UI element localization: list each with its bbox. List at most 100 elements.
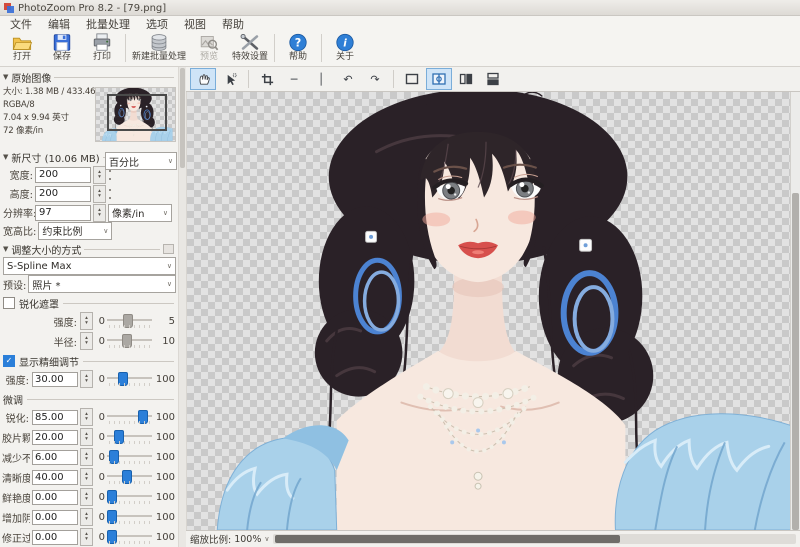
slider-track[interactable] — [107, 313, 152, 329]
fine-tuning-toggle[interactable]: ✓ 显示精细调节 — [0, 351, 178, 369]
spin-down-icon[interactable]: ▾ — [98, 194, 101, 199]
menu-item[interactable]: 批量处理 — [78, 15, 138, 33]
slider-thumb[interactable] — [138, 410, 148, 424]
spin-down-icon[interactable]: ▾ — [85, 417, 88, 422]
pan-tool[interactable] — [190, 68, 216, 90]
crop-tool[interactable] — [254, 68, 280, 90]
unsharp-mask-checkbox[interactable] — [3, 297, 15, 309]
slider-value-input[interactable]: 20.00 — [32, 430, 78, 445]
slider-thumb[interactable] — [123, 314, 133, 328]
spin-down-icon[interactable]: ▾ — [85, 321, 88, 326]
help-button[interactable]: ? 帮助 — [278, 33, 318, 65]
resize-method-dropdown[interactable]: S-Spline Max ∨ — [3, 257, 176, 275]
sidebar-scrollbar-thumb[interactable] — [180, 68, 185, 168]
print-button[interactable]: 打印 — [82, 33, 122, 65]
preset-dropdown[interactable]: 照片 * ∨ — [28, 275, 176, 293]
slider-value-input[interactable]: 6.00 — [32, 450, 78, 465]
resize-method-section-header[interactable]: ▼ 调整大小的方式 — [0, 239, 178, 257]
sidebar-scrollbar[interactable] — [178, 67, 186, 547]
height-input[interactable]: 200 — [35, 186, 91, 202]
zoom-dropdown[interactable]: 100% ∨ — [234, 534, 269, 545]
vertical-scrollbar-thumb[interactable] — [792, 193, 799, 530]
save-button[interactable]: 保存 — [42, 33, 82, 65]
spin-down-icon[interactable]: ▾ — [85, 477, 88, 482]
preview-image[interactable] — [187, 92, 800, 530]
slider-stepper[interactable]: ▴ ▾ — [80, 508, 93, 526]
new-batch-button[interactable]: 新建批量处理 — [129, 33, 189, 65]
slider-stepper[interactable]: ▴ ▾ — [80, 312, 93, 330]
slider-track[interactable] — [107, 409, 152, 425]
menu-item[interactable]: 选项 — [138, 15, 176, 33]
slider-thumb[interactable] — [122, 470, 132, 484]
aspect-dropdown[interactable]: 约束比例 ∨ — [38, 222, 112, 240]
slider-thumb[interactable] — [107, 490, 117, 504]
spin-down-icon[interactable]: ▾ — [98, 213, 101, 218]
slider-track[interactable] — [107, 333, 152, 349]
view-stacked[interactable] — [480, 68, 506, 90]
spin-down-icon[interactable]: ▾ — [98, 175, 101, 180]
slider-track[interactable] — [107, 371, 152, 387]
navigator-view-rect[interactable] — [107, 94, 167, 131]
view-split[interactable] — [426, 68, 452, 90]
vertical-scrollbar[interactable] — [790, 92, 800, 530]
cursor-tool[interactable] — [217, 68, 243, 90]
slider-track[interactable] — [107, 529, 152, 545]
slider-stepper[interactable]: ▴ ▾ — [80, 428, 93, 446]
slider-thumb[interactable] — [114, 430, 124, 444]
slider-value-input[interactable]: 30.00 — [32, 372, 78, 387]
flip-vertical[interactable]: │ — [308, 68, 334, 90]
menu-item[interactable]: 编辑 — [40, 15, 78, 33]
spin-down-icon[interactable]: ▾ — [85, 537, 88, 542]
about-button[interactable]: i 关于 — [325, 33, 365, 65]
slider-stepper[interactable]: ▴ ▾ — [80, 468, 93, 486]
flip-horizontal[interactable]: ─ — [281, 68, 307, 90]
width-input[interactable]: 200 — [35, 167, 91, 183]
slider-stepper[interactable]: ▴ ▾ — [80, 528, 93, 546]
slider-value-input[interactable]: 0.00 — [32, 510, 78, 525]
slider-thumb[interactable] — [118, 372, 128, 386]
view-single[interactable] — [399, 68, 425, 90]
fine-tuning-checkbox[interactable]: ✓ — [3, 355, 15, 367]
slider-thumb[interactable] — [109, 450, 119, 464]
slider-track[interactable] — [107, 509, 152, 525]
slider-track[interactable] — [107, 469, 152, 485]
spin-down-icon[interactable]: ▾ — [85, 457, 88, 462]
spin-down-icon[interactable]: ▾ — [85, 341, 88, 346]
slider-track[interactable] — [107, 429, 152, 445]
spin-down-icon[interactable]: ▾ — [85, 497, 88, 502]
view-side-by-side[interactable] — [453, 68, 479, 90]
section-options-button[interactable] — [163, 244, 174, 254]
menu-item[interactable]: 帮助 — [214, 15, 252, 33]
preview-canvas[interactable] — [186, 92, 800, 530]
resolution-stepper[interactable]: ▴ ▾ — [93, 204, 106, 222]
slider-value-input[interactable]: 40.00 — [32, 470, 78, 485]
spin-down-icon[interactable]: ▾ — [85, 517, 88, 522]
resolution-unit-dropdown[interactable]: 像素/in ∨ — [108, 204, 172, 222]
height-stepper[interactable]: ▴ ▾ — [93, 185, 106, 203]
rotate-ccw[interactable]: ↶ — [335, 68, 361, 90]
slider-stepper[interactable]: ▴ ▾ — [80, 408, 93, 426]
slider-thumb[interactable] — [122, 334, 132, 348]
slider-stepper[interactable]: ▴ ▾ — [80, 488, 93, 506]
original-image-section-header[interactable]: ▼ 原始图像 — [0, 67, 178, 85]
resolution-input[interactable]: 97 — [35, 205, 91, 221]
unsharp-mask-toggle[interactable]: 锐化遮罩 — [0, 293, 178, 311]
slider-thumb[interactable] — [107, 510, 117, 524]
slider-value-input[interactable]: 85.00 — [32, 410, 78, 425]
size-unit-dropdown[interactable]: 百分比 ∨ — [105, 152, 177, 170]
menu-item[interactable]: 视图 — [176, 15, 214, 33]
slider-stepper[interactable]: ▴ ▾ — [80, 332, 93, 350]
slider-track[interactable] — [107, 449, 152, 465]
navigator-thumbnail[interactable] — [95, 87, 176, 142]
slider-stepper[interactable]: ▴ ▾ — [80, 448, 93, 466]
effect-settings-button[interactable]: 特效设置 — [229, 33, 271, 65]
spin-down-icon[interactable]: ▾ — [85, 437, 88, 442]
spin-down-icon[interactable]: ▾ — [85, 379, 88, 384]
horizontal-scrollbar[interactable] — [273, 534, 797, 544]
menu-item[interactable]: 文件 — [2, 15, 40, 33]
open-button[interactable]: 打开 — [2, 33, 42, 65]
slider-track[interactable] — [107, 489, 152, 505]
slider-stepper[interactable]: ▴ ▾ — [80, 370, 93, 388]
slider-thumb[interactable] — [107, 530, 117, 544]
slider-value-input[interactable]: 0.00 — [32, 530, 78, 545]
